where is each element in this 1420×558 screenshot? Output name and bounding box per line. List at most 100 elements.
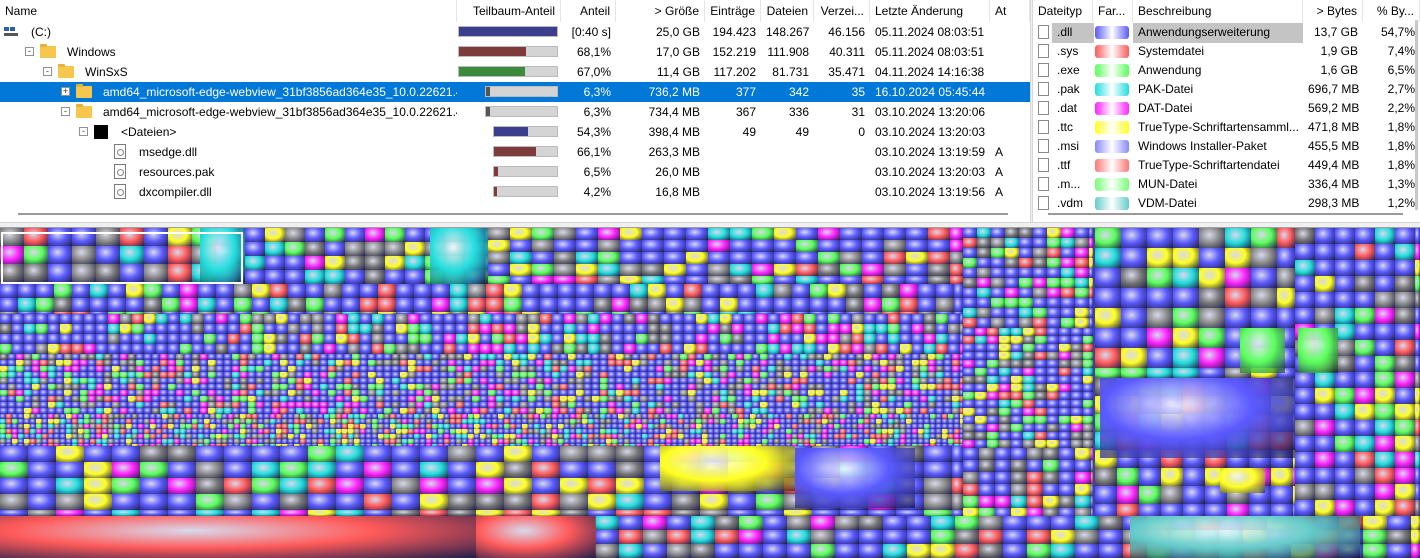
- treemap-tile[interactable]: [963, 384, 975, 392]
- treemap-tile[interactable]: [924, 462, 952, 478]
- treemap-tile[interactable]: [1295, 388, 1315, 404]
- treemap-tile[interactable]: [1047, 278, 1061, 288]
- treemap-tile[interactable]: [787, 530, 811, 544]
- treemap-tile[interactable]: [804, 314, 816, 324]
- treemap-tile[interactable]: [1023, 400, 1035, 408]
- treemap-tile[interactable]: [636, 324, 648, 334]
- treemap-tile[interactable]: [864, 298, 882, 312]
- treemap-tile[interactable]: [90, 284, 108, 298]
- treemap-tile[interactable]: [1147, 328, 1173, 348]
- treemap-tile[interactable]: [552, 314, 564, 324]
- treemap-tile[interactable]: [1059, 460, 1075, 472]
- treemap-tile[interactable]: [1411, 516, 1420, 530]
- treemap-tile[interactable]: [852, 344, 864, 354]
- treemap-tile[interactable]: [999, 424, 1011, 432]
- treemap-tile[interactable]: [1011, 376, 1023, 384]
- treemap-tile[interactable]: [1375, 388, 1395, 404]
- treemap-tile[interactable]: [288, 314, 300, 324]
- treemap-tile[interactable]: [1035, 408, 1047, 416]
- treemap-tile[interactable]: [24, 344, 36, 354]
- treemap-tile[interactable]: [888, 344, 900, 354]
- treemap-tile[interactable]: [1095, 248, 1121, 268]
- treemap-tile[interactable]: [140, 462, 168, 478]
- treemap-tile[interactable]: [780, 334, 792, 344]
- treemap-tile[interactable]: [816, 314, 828, 324]
- treemap-tile[interactable]: [1043, 496, 1059, 508]
- treemap-tile[interactable]: [987, 408, 999, 416]
- treemap-tile[interactable]: [1095, 468, 1117, 486]
- treemap-tile[interactable]: [612, 334, 624, 344]
- treemap-tile[interactable]: [1033, 238, 1047, 248]
- treemap-tile[interactable]: [1089, 308, 1093, 318]
- treemap-tile[interactable]: [835, 544, 859, 558]
- treemap-tile[interactable]: [204, 314, 216, 324]
- treemap-tile[interactable]: [480, 344, 492, 354]
- treemap-tile[interactable]: [1075, 530, 1099, 544]
- treemap-tile[interactable]: [0, 446, 28, 462]
- treemap-tile[interactable]: [1083, 424, 1093, 432]
- treemap-tile[interactable]: [1121, 368, 1147, 378]
- tree-row[interactable]: - WinSxS 67,0% 11,4 GB 117.202 81.731 35.471 04…: [0, 62, 1030, 82]
- treemap-tile[interactable]: [1095, 308, 1121, 328]
- treemap-tile[interactable]: [1415, 484, 1420, 500]
- treemap-tile[interactable]: [168, 344, 180, 354]
- treemap-tile[interactable]: [999, 440, 1011, 448]
- treemap-tile[interactable]: [1089, 258, 1093, 268]
- treemap-tile[interactable]: [430, 228, 488, 284]
- treemap-tile[interactable]: [1395, 484, 1415, 500]
- treemap-tile[interactable]: [1023, 336, 1035, 344]
- treemap-tile[interactable]: [664, 252, 686, 264]
- treemap-tile[interactable]: [792, 334, 804, 344]
- treemap-tile[interactable]: [1083, 328, 1093, 336]
- treemap-tile[interactable]: [126, 298, 144, 312]
- treemap-tile[interactable]: [636, 314, 648, 324]
- treemap-tile[interactable]: [1011, 460, 1027, 472]
- treemap-tile[interactable]: [108, 324, 120, 334]
- treemap-tile[interactable]: [1395, 244, 1415, 260]
- treemap-tile[interactable]: [643, 544, 667, 558]
- treemap-tile[interactable]: [405, 242, 425, 256]
- treemap-tile[interactable]: [876, 324, 888, 334]
- treemap-tile[interactable]: [1003, 530, 1027, 544]
- treemap-tile[interactable]: [1075, 308, 1089, 318]
- treemap-tile[interactable]: [480, 314, 492, 324]
- treemap-tile[interactable]: [240, 324, 252, 334]
- treemap-tile[interactable]: [588, 446, 616, 462]
- treemap-tile[interactable]: [787, 544, 811, 558]
- treemap-tile[interactable]: [168, 324, 180, 334]
- treemap-tile[interactable]: [504, 494, 532, 510]
- treemap-tile[interactable]: [1035, 400, 1047, 408]
- treemap-tile[interactable]: [1295, 292, 1315, 308]
- treemap-tile[interactable]: [912, 334, 924, 344]
- treemap-tile[interactable]: [963, 424, 975, 432]
- treemap-tile[interactable]: [1023, 424, 1035, 432]
- treemap-tile[interactable]: [1199, 348, 1225, 368]
- treemap-tile[interactable]: [811, 530, 835, 544]
- treemap-tile[interactable]: [372, 344, 384, 354]
- treemap-tile[interactable]: [504, 344, 516, 354]
- treemap-tile[interactable]: [664, 276, 686, 284]
- treemap-tile[interactable]: [1047, 336, 1059, 344]
- treemap-tile[interactable]: [405, 256, 425, 270]
- treemap-tile[interactable]: [12, 324, 24, 334]
- treemap-tile[interactable]: [906, 252, 928, 264]
- treemap-tile[interactable]: [828, 298, 846, 312]
- extension-row[interactable]: .exe Anwendung 1,6 GB 6,5%: [1033, 61, 1420, 80]
- treemap-tile[interactable]: [308, 446, 336, 462]
- treemap-tile[interactable]: [365, 228, 385, 242]
- treemap-tile[interactable]: [1033, 308, 1047, 318]
- treemap-tile[interactable]: [1003, 544, 1027, 558]
- treemap-tile[interactable]: [979, 484, 995, 496]
- treemap-tile[interactable]: [558, 298, 576, 312]
- treemap-tile[interactable]: [510, 252, 532, 264]
- treemap-tile[interactable]: [987, 440, 999, 448]
- treemap-tile[interactable]: [702, 284, 720, 298]
- treemap-tile[interactable]: [1071, 352, 1083, 360]
- treemap-tile[interactable]: [708, 334, 720, 344]
- treemap-tile[interactable]: [385, 228, 405, 242]
- treemap-tile[interactable]: [285, 242, 305, 256]
- treemap-tile[interactable]: [448, 462, 476, 478]
- treemap-tile[interactable]: [1355, 324, 1375, 340]
- extension-row[interactable]: .dll Anwendungserweiterung 13,7 GB 54,7%: [1033, 23, 1420, 43]
- collapse-icon[interactable]: -: [25, 47, 34, 56]
